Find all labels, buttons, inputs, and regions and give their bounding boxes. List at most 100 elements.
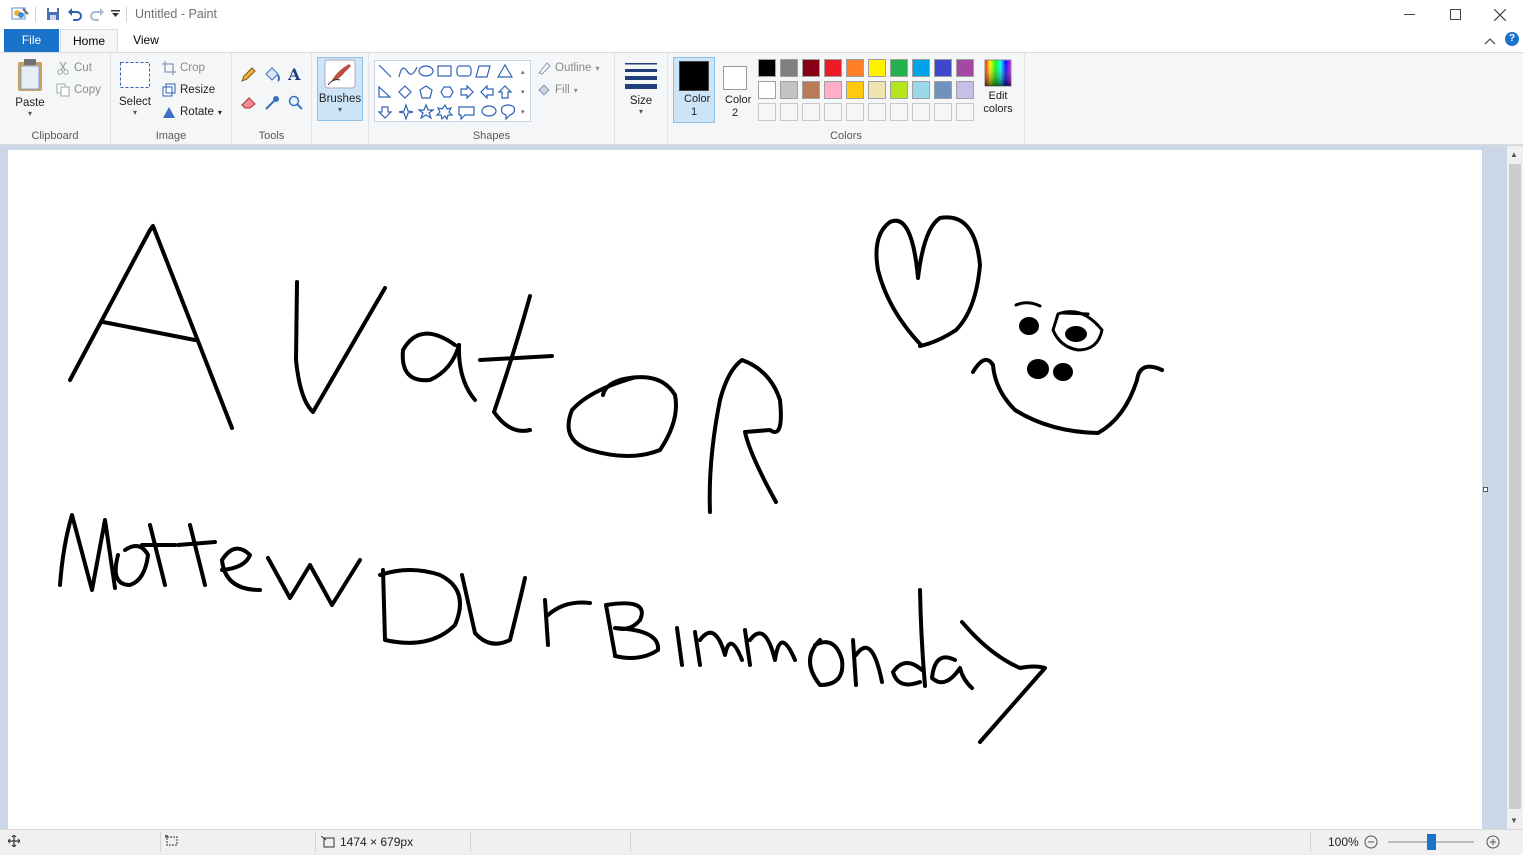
canvas-resize-handle[interactable] bbox=[1483, 487, 1488, 492]
palette-swatch[interactable] bbox=[780, 81, 798, 99]
shapes-scroll[interactable]: ▴ ▾ ▾ bbox=[521, 63, 525, 123]
fill-bucket-icon[interactable] bbox=[263, 67, 281, 86]
resize-label: Resize bbox=[180, 84, 216, 96]
crop-button[interactable]: Crop bbox=[162, 61, 205, 75]
maximize-button[interactable] bbox=[1432, 0, 1478, 29]
fill-label: Fill bbox=[555, 84, 570, 96]
zoom-in-button[interactable] bbox=[1486, 835, 1500, 852]
brushes-button[interactable]: Brushes ▾ bbox=[317, 57, 363, 121]
palette-swatch[interactable] bbox=[934, 59, 952, 77]
palette-swatch[interactable] bbox=[912, 59, 930, 77]
color2-button[interactable]: Color 2 bbox=[718, 57, 752, 123]
tools-group: A Tools bbox=[232, 53, 312, 145]
palette-swatch[interactable] bbox=[802, 59, 820, 77]
palette-swatch[interactable] bbox=[890, 81, 908, 99]
color-palette bbox=[758, 59, 978, 125]
palette-swatch[interactable] bbox=[780, 59, 798, 77]
palette-swatch[interactable] bbox=[934, 81, 952, 99]
color-picker-icon[interactable] bbox=[264, 95, 280, 114]
tab-file[interactable]: File bbox=[4, 29, 59, 52]
zoom-slider-thumb[interactable] bbox=[1427, 834, 1436, 850]
edit-colors-button[interactable]: Edit colors bbox=[978, 59, 1018, 123]
palette-swatch[interactable] bbox=[956, 81, 974, 99]
redo-icon[interactable] bbox=[88, 5, 106, 23]
title-bar: Untitled - Paint bbox=[0, 0, 1523, 29]
palette-swatch[interactable] bbox=[912, 81, 930, 99]
custom-color-slot[interactable] bbox=[934, 103, 952, 121]
save-icon[interactable] bbox=[44, 5, 62, 23]
magnifier-icon[interactable] bbox=[288, 95, 304, 114]
collapse-ribbon-icon[interactable] bbox=[1484, 34, 1496, 48]
custom-color-slot[interactable] bbox=[824, 103, 842, 121]
scroll-down-arrow[interactable]: ▼ bbox=[1510, 816, 1518, 825]
paste-button[interactable]: Paste ▾ bbox=[12, 58, 48, 120]
colors-group-label: Colors bbox=[830, 130, 862, 142]
palette-swatch[interactable] bbox=[868, 81, 886, 99]
scroll-up-arrow[interactable]: ▲ bbox=[1510, 150, 1518, 159]
line-size-icon bbox=[625, 63, 657, 89]
palette-swatch[interactable] bbox=[802, 81, 820, 99]
undo-icon[interactable] bbox=[66, 5, 84, 23]
text-icon[interactable]: A bbox=[288, 65, 300, 84]
rotate-icon bbox=[163, 107, 175, 118]
palette-swatch[interactable] bbox=[758, 81, 776, 99]
custom-color-slot[interactable] bbox=[912, 103, 930, 121]
cursor-position-icon bbox=[8, 835, 20, 847]
tab-view[interactable]: View bbox=[122, 29, 170, 52]
custom-color-slot[interactable] bbox=[846, 103, 864, 121]
zoom-out-button[interactable] bbox=[1364, 835, 1378, 852]
color2-swatch bbox=[723, 66, 747, 90]
colors-group: Color 1 Color 2 Edit colors Colors bbox=[668, 53, 1025, 145]
canvas-size: 1474 × 679px bbox=[321, 835, 413, 849]
palette-swatch[interactable] bbox=[758, 59, 776, 77]
tab-home[interactable]: Home bbox=[60, 29, 118, 53]
outline-icon bbox=[538, 62, 551, 75]
scroll-thumb[interactable] bbox=[1509, 164, 1521, 809]
cut-button[interactable]: Cut bbox=[56, 61, 92, 75]
palette-swatch[interactable] bbox=[846, 81, 864, 99]
color-wheel-icon bbox=[984, 59, 1012, 87]
edit-colors-label: Edit colors bbox=[983, 90, 1013, 115]
palette-swatch[interactable] bbox=[890, 59, 908, 77]
select-button[interactable]: Select ▾ bbox=[117, 61, 153, 123]
help-icon[interactable]: ? bbox=[1505, 32, 1519, 46]
palette-swatch[interactable] bbox=[956, 59, 974, 77]
outline-label: Outline bbox=[555, 62, 592, 74]
size-button[interactable]: Size ▾ bbox=[623, 60, 659, 122]
minimize-button[interactable] bbox=[1386, 0, 1432, 29]
window-title: Untitled - Paint bbox=[135, 7, 217, 21]
resize-button[interactable]: Resize bbox=[162, 83, 215, 97]
pencil-icon[interactable] bbox=[240, 67, 256, 86]
crop-label: Crop bbox=[180, 62, 205, 74]
palette-swatch[interactable] bbox=[868, 59, 886, 77]
paste-label: Paste bbox=[15, 97, 45, 109]
drawing-canvas[interactable] bbox=[8, 150, 1482, 829]
custom-color-slot[interactable] bbox=[868, 103, 886, 121]
image-group-label: Image bbox=[155, 130, 187, 142]
rotate-button[interactable]: Rotate ▾ bbox=[162, 105, 222, 119]
copy-label: Copy bbox=[74, 84, 101, 96]
customize-toolbar-icon[interactable] bbox=[109, 5, 121, 23]
custom-color-slot[interactable] bbox=[802, 103, 820, 121]
custom-color-slot[interactable] bbox=[780, 103, 798, 121]
color1-swatch bbox=[679, 61, 709, 91]
vertical-scrollbar[interactable]: ▲ ▼ bbox=[1507, 146, 1523, 829]
paint-app-icon[interactable] bbox=[10, 5, 30, 23]
palette-swatch[interactable] bbox=[846, 59, 864, 77]
fill-button[interactable]: Fill ▾ bbox=[537, 83, 578, 97]
palette-swatch[interactable] bbox=[824, 81, 842, 99]
image-group: Select ▾ Crop Resize Rotate ▾ Image bbox=[111, 53, 232, 145]
palette-swatch[interactable] bbox=[824, 59, 842, 77]
close-button[interactable] bbox=[1477, 0, 1523, 29]
canvas-dimensions: 1474 × 679px bbox=[340, 835, 414, 849]
canvas-size-icon bbox=[321, 836, 335, 848]
eraser-icon[interactable] bbox=[240, 95, 258, 112]
custom-color-slot[interactable] bbox=[890, 103, 908, 121]
copy-button[interactable]: Copy bbox=[56, 83, 101, 97]
custom-color-slot[interactable] bbox=[956, 103, 974, 121]
tools-group-label: Tools bbox=[258, 130, 285, 142]
outline-button[interactable]: Outline ▾ bbox=[537, 61, 599, 75]
shapes-gallery[interactable] bbox=[374, 60, 531, 122]
custom-color-slot[interactable] bbox=[758, 103, 776, 121]
color1-button[interactable]: Color 1 bbox=[673, 57, 715, 123]
